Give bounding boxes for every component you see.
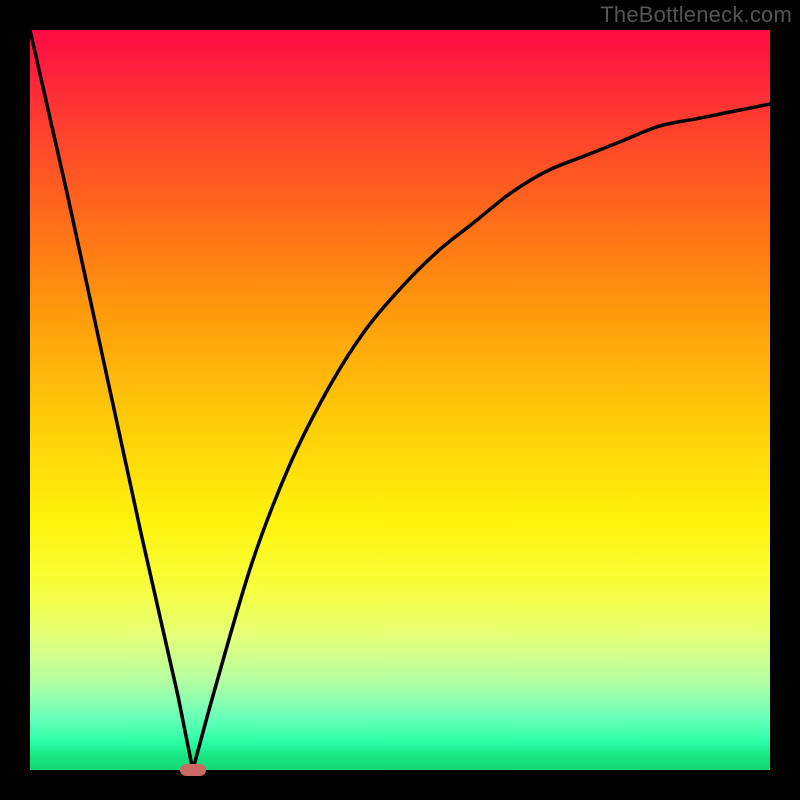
bottleneck-curve bbox=[30, 30, 770, 770]
watermark-text: TheBottleneck.com bbox=[600, 2, 792, 28]
minimum-marker-icon bbox=[180, 764, 206, 776]
chart-frame: TheBottleneck.com bbox=[0, 0, 800, 800]
plot-area bbox=[30, 30, 770, 770]
